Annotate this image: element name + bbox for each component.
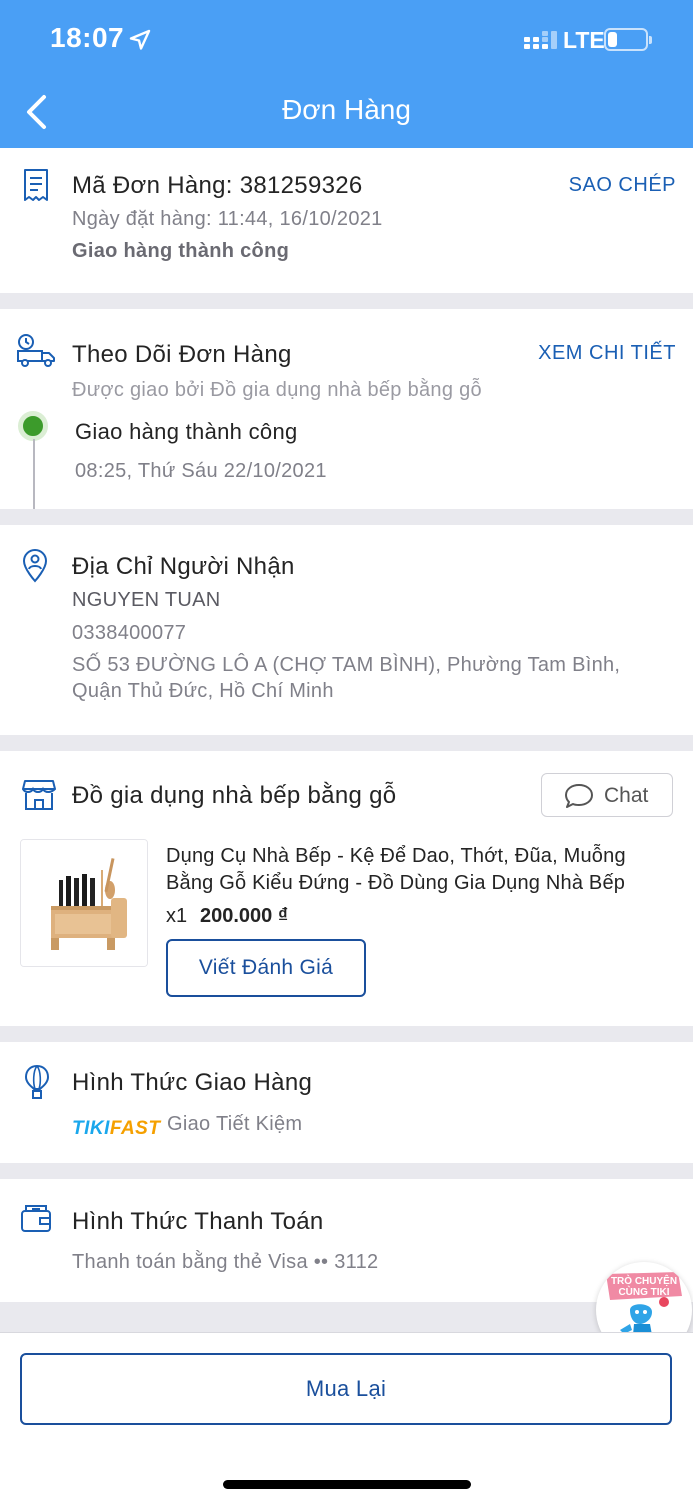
recipient-title: Địa Chỉ Người Nhận — [72, 553, 295, 580]
shipping-method: Giao Tiết Kiệm — [167, 1113, 303, 1135]
chat-label: Chat — [604, 784, 649, 807]
payment-section: Hình Thức Thanh Toán Thanh toán bằng thẻ… — [0, 1179, 693, 1302]
shop-name: Đồ gia dụng nhà bếp bằng gỗ — [72, 782, 397, 809]
recipient-address-line2: Quận Thủ Đức, Hồ Chí Minh — [72, 680, 334, 702]
chat-bubble-icon — [565, 784, 593, 808]
page-title: Đơn Hàng — [282, 94, 411, 125]
chat-bubble-line2: CÙNG TIKI — [618, 1285, 669, 1298]
recipient-phone: 0338400077 — [72, 622, 187, 644]
tikifast-logo: TIKIFAST — [72, 1118, 161, 1139]
tracking-section: Theo Dõi Đơn Hàng XEM CHI TIẾT Được giao… — [0, 309, 693, 509]
tracking-event-time: 08:25, Thứ Sáu 22/10/2021 — [75, 460, 327, 482]
recipient-name: NGUYEN TUAN — [72, 589, 221, 611]
receipt-icon — [24, 169, 48, 201]
recipient-address-line1: SỐ 53 ĐƯỜNG LÔ A (CHỢ TAM BÌNH), Phường … — [72, 654, 621, 676]
recipient-section: Địa Chỉ Người Nhận NGUYEN TUAN 033840007… — [0, 525, 693, 735]
signal-icon — [524, 31, 557, 49]
store-icon — [22, 780, 56, 810]
tracking-title: Theo Dõi Đơn Hàng — [72, 341, 292, 368]
chat-bubble-line1: TRÒ CHUYỆN — [611, 1274, 677, 1287]
order-id: Mã Đơn Hàng: 381259326 — [72, 172, 363, 199]
write-review-button[interactable]: Viết Đánh Giá — [166, 939, 366, 997]
wallet-card-icon — [21, 1205, 51, 1232]
shop-section: Đồ gia dụng nhà bếp bằng gỗ Chat Dụng Cụ… — [0, 751, 693, 1026]
product-price: 200.000 ₫ — [200, 905, 289, 927]
location-arrow-icon — [129, 29, 151, 50]
copy-button[interactable]: SAO CHÉP — [569, 174, 676, 197]
product-name[interactable]: Dụng Cụ Nhà Bếp - Kệ Để Dao, Thớt, Đũa, … — [166, 843, 676, 897]
delivery-truck-icon — [17, 334, 55, 367]
order-date: Ngày đặt hàng: 11:44, 16/10/2021 — [72, 208, 383, 230]
timeline-line — [33, 439, 35, 509]
order-info-section: Mã Đơn Hàng: 381259326 SAO CHÉP Ngày đặt… — [0, 148, 693, 293]
battery-icon — [604, 28, 652, 51]
balloon-icon — [24, 1064, 50, 1099]
order-status: Giao hàng thành công — [72, 240, 290, 262]
chat-button[interactable]: Chat — [541, 773, 673, 817]
status-time: 18:07 — [50, 22, 125, 53]
app-header: 18:07 LTE Đơn Hàng — [0, 0, 693, 148]
rebuy-button[interactable]: Mua Lại — [20, 1353, 672, 1425]
network-type: LTE — [563, 27, 605, 53]
delivered-by: Được giao bởi Đồ gia dụng nhà bếp bằng g… — [72, 379, 482, 401]
location-pin-icon — [22, 549, 48, 583]
product-image[interactable] — [20, 839, 148, 967]
home-indicator[interactable] — [223, 1480, 471, 1489]
shipping-section: Hình Thức Giao Hàng TIKIFAST Giao Tiết K… — [0, 1042, 693, 1163]
product-quantity: x1 — [166, 905, 188, 927]
product-thumbnail — [21, 840, 147, 966]
payment-method: Thanh toán bằng thẻ Visa •• 3112 — [72, 1251, 379, 1273]
view-detail-button[interactable]: XEM CHI TIẾT — [538, 342, 676, 365]
payment-title: Hình Thức Thanh Toán — [72, 1208, 324, 1235]
timeline-dot — [18, 411, 48, 441]
bottom-action-bar: Mua Lại — [0, 1332, 693, 1445]
tracking-event-status: Giao hàng thành công — [75, 419, 298, 444]
home-indicator-area — [0, 1445, 693, 1500]
shipping-title: Hình Thức Giao Hàng — [72, 1069, 313, 1096]
